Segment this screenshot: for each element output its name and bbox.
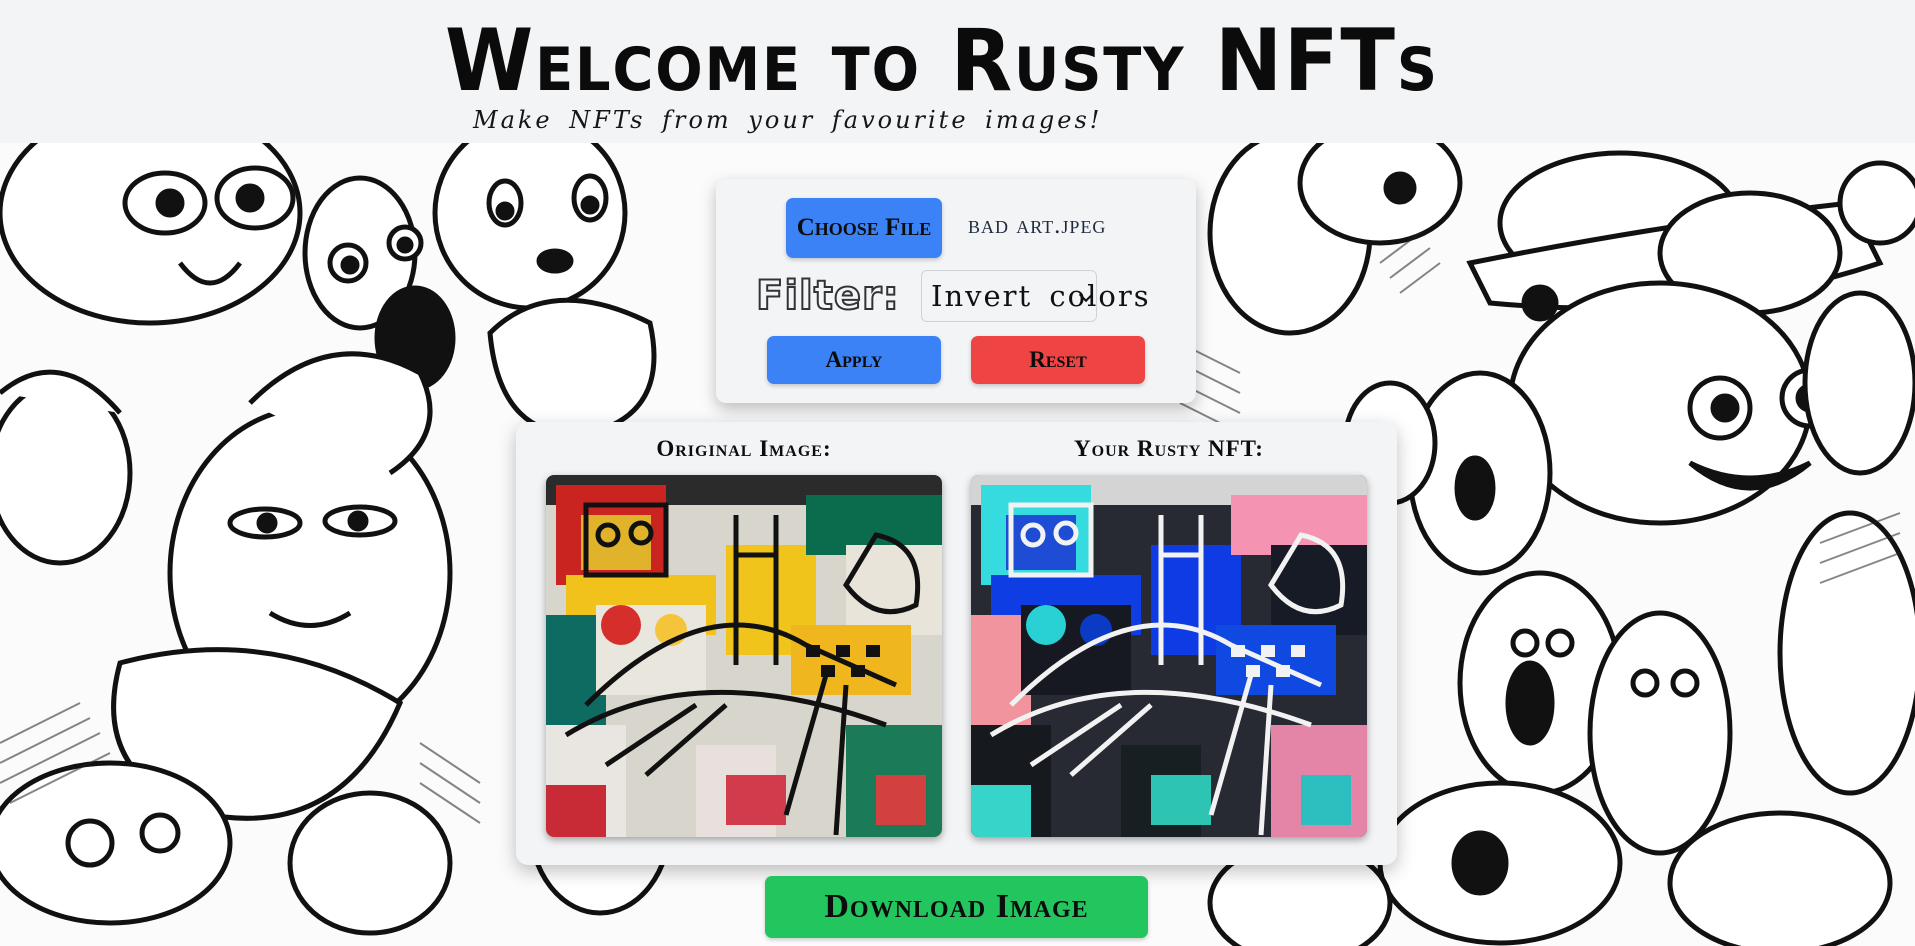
images-panel: Original Image: Your Rusty NFT:	[516, 422, 1397, 865]
filter-select[interactable]: Invert colors	[921, 270, 1149, 322]
original-image	[546, 475, 942, 837]
result-image	[971, 475, 1367, 837]
selected-file-name: bad art.jpeg	[968, 212, 1107, 239]
choose-file-button[interactable]: Choose File	[786, 198, 942, 258]
filter-select-value: Invert colors	[931, 279, 1151, 313]
page-header: Welcome to Rusty NFTs Make NFTs from you…	[0, 0, 1915, 143]
download-image-button[interactable]: Download Image	[765, 876, 1148, 938]
original-image-label: Original Image:	[656, 436, 832, 461]
filter-label: Filter:	[755, 272, 900, 320]
apply-button[interactable]: Apply	[767, 336, 941, 384]
page-subtitle: Make NFTs from your favourite images!	[473, 106, 1103, 134]
result-image-label: Your Rusty NFT:	[1074, 436, 1264, 461]
controls-panel: Choose File bad art.jpeg Filter: Invert …	[716, 179, 1196, 403]
page-title: Welcome to Rusty NFTs	[445, 11, 1439, 111]
reset-button[interactable]: Reset	[971, 336, 1145, 384]
